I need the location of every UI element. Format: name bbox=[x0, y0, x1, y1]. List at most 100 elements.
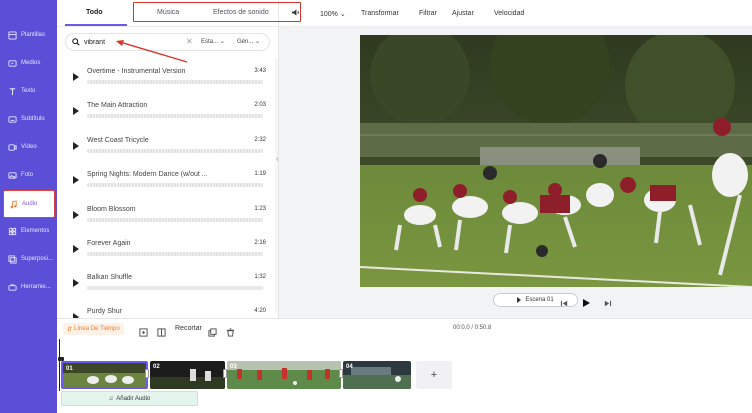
waveform bbox=[87, 149, 263, 153]
dropdown-state[interactable]: Esta... ⌄ bbox=[201, 38, 225, 45]
waveform bbox=[87, 183, 263, 187]
dropdown-genre[interactable]: Gén... ⌄ bbox=[237, 38, 260, 45]
plus-icon: + bbox=[430, 369, 438, 381]
track-duration: 1:19 bbox=[254, 171, 266, 177]
audio-tabs: Todo Música Efectos de sonido bbox=[57, 0, 301, 27]
delete-icon[interactable] bbox=[226, 324, 235, 337]
list-item[interactable]: The Main Attraction 2:03 bbox=[57, 92, 279, 126]
clip-thumbnail bbox=[343, 361, 411, 389]
music-note-icon: ♫ bbox=[108, 395, 114, 402]
search-input[interactable] bbox=[84, 38, 144, 46]
sidebar-item-audio[interactable]: Audio bbox=[3, 190, 55, 218]
list-item[interactable]: Spring Nights: Modern Dance (w/out ... 1… bbox=[57, 161, 279, 195]
chevron-down-icon: ⌄ bbox=[339, 11, 346, 18]
list-item[interactable]: Balkan Shuffle 1:32 bbox=[57, 264, 279, 298]
sidebar-item-foto[interactable]: Foto bbox=[0, 161, 57, 189]
filter-button[interactable]: Filtrar bbox=[419, 10, 437, 17]
skip-back-icon[interactable] bbox=[560, 295, 570, 307]
add-audio-label: Añadir Audio bbox=[116, 395, 151, 402]
scene-label: Escena 01 bbox=[525, 297, 554, 303]
clip-divider-handle[interactable] bbox=[145, 369, 149, 378]
preview-area bbox=[279, 27, 752, 318]
track-duration: 2:16 bbox=[254, 240, 266, 246]
waveform bbox=[87, 286, 263, 290]
waveform bbox=[87, 218, 263, 222]
track-title: Bloom Blossom bbox=[87, 206, 136, 213]
list-item[interactable]: Forever Again 2:16 bbox=[57, 230, 279, 264]
sidebar-item-label: Superposi... bbox=[21, 256, 54, 262]
list-item[interactable]: Overtime - Instrumental Version 3:43 bbox=[57, 58, 279, 92]
video-preview[interactable] bbox=[360, 35, 752, 287]
sidebar-item-label: Audio bbox=[22, 201, 38, 207]
sidebar-item-plantillas[interactable]: Plantillas bbox=[0, 21, 57, 49]
sidebar-item-label: Texto bbox=[21, 88, 36, 94]
transform-button[interactable]: Transformar bbox=[361, 10, 399, 17]
search-icon bbox=[72, 38, 80, 46]
play-icon[interactable] bbox=[73, 279, 79, 287]
chevron-down-icon: ⌄ bbox=[255, 39, 261, 45]
app-window: Plantillas Medios Texto Subtítulo Vídeo … bbox=[0, 0, 752, 413]
duplicate-icon[interactable] bbox=[208, 324, 217, 337]
play-icon[interactable] bbox=[73, 211, 79, 219]
list-item[interactable]: Bloom Blossom 1:23 bbox=[57, 196, 279, 230]
chevron-down-icon: ⌄ bbox=[219, 39, 225, 45]
timeline-clip[interactable]: 02 bbox=[150, 361, 225, 389]
play-icon[interactable] bbox=[73, 176, 79, 184]
track-title: West Coast Tricycle bbox=[87, 137, 149, 144]
play-icon[interactable] bbox=[73, 107, 79, 115]
add-audio-button[interactable]: ♫ Añadir Audio bbox=[61, 391, 198, 406]
sidebar-item-label: Medios bbox=[21, 60, 41, 66]
play-icon[interactable] bbox=[73, 245, 79, 253]
sidebar-item-video[interactable]: Vídeo bbox=[0, 133, 57, 161]
timeline-icon: ⇵ bbox=[67, 326, 73, 333]
search-bar: ✕ Esta... ⌄ Gén... ⌄ bbox=[65, 33, 270, 51]
tab-todo[interactable]: Todo bbox=[86, 9, 103, 16]
sidebar-item-herramientas[interactable]: Herramie... bbox=[0, 273, 57, 301]
speed-button[interactable]: Velocidad bbox=[494, 10, 524, 17]
add-media-icon[interactable] bbox=[139, 324, 148, 337]
sidebar-item-medios[interactable]: Medios bbox=[0, 49, 57, 77]
tab-musica[interactable]: Música bbox=[157, 9, 179, 16]
clip-number: 04 bbox=[346, 364, 353, 370]
timeline: ⇵ Línea De Tiempo Recortar 00:0.0 / 0:50… bbox=[57, 318, 752, 413]
list-item[interactable]: West Coast Tricycle 2:32 bbox=[57, 127, 279, 161]
clear-search-icon[interactable]: ✕ bbox=[186, 37, 193, 46]
volume-icon[interactable] bbox=[291, 8, 300, 19]
timeline-clip[interactable]: 04 bbox=[343, 361, 411, 389]
waveform bbox=[87, 252, 263, 256]
tab-efectos-de-sonido[interactable]: Efectos de sonido bbox=[213, 9, 269, 16]
sidebar-item-elementos[interactable]: Elementos bbox=[0, 217, 57, 245]
track-title: Purdy Shur bbox=[87, 308, 123, 315]
waveform bbox=[87, 80, 263, 84]
elements-icon bbox=[8, 227, 17, 236]
sidebar-item-superposicion[interactable]: Superposi... bbox=[0, 245, 57, 273]
adjust-button[interactable]: Ajustar bbox=[452, 10, 474, 17]
sidebar-item-texto[interactable]: Texto bbox=[0, 77, 57, 105]
sidebar-item-label: Herramie... bbox=[21, 284, 51, 290]
timecode: 00:0.0 / 0:50.8 bbox=[453, 325, 492, 331]
timeline-toggle-button[interactable]: ⇵ Línea De Tiempo bbox=[63, 323, 124, 335]
track-title: Overtime - Instrumental Version bbox=[87, 68, 186, 75]
clip-number: 03 bbox=[230, 364, 237, 370]
add-clip-button[interactable]: + bbox=[416, 361, 452, 389]
sidebar-item-subtitulo[interactable]: Subtítulo bbox=[0, 105, 57, 133]
playhead[interactable] bbox=[58, 339, 64, 391]
media-icon bbox=[8, 59, 17, 68]
play-icon[interactable] bbox=[73, 142, 79, 150]
photo-icon bbox=[8, 171, 17, 180]
split-icon[interactable] bbox=[157, 324, 166, 337]
timeline-clip[interactable]: 01 bbox=[61, 361, 148, 389]
timeline-toolbar: ⇵ Línea De Tiempo Recortar 00:0.0 / 0:50… bbox=[57, 319, 752, 339]
active-tab-indicator bbox=[65, 24, 127, 26]
play-icon[interactable] bbox=[73, 73, 79, 81]
trim-button[interactable]: Recortar bbox=[175, 325, 202, 332]
play-button[interactable] bbox=[581, 295, 591, 307]
skip-forward-icon[interactable] bbox=[603, 295, 613, 307]
video-icon bbox=[8, 143, 17, 152]
scrollbar[interactable] bbox=[275, 58, 278, 313]
sidebar-item-label: Plantillas bbox=[21, 32, 46, 38]
track-duration: 1:32 bbox=[254, 274, 266, 280]
zoom-select[interactable]: 100% ⌄ bbox=[320, 10, 346, 18]
timeline-clip[interactable]: 03 bbox=[227, 361, 341, 389]
track-title: The Main Attraction bbox=[87, 102, 148, 109]
